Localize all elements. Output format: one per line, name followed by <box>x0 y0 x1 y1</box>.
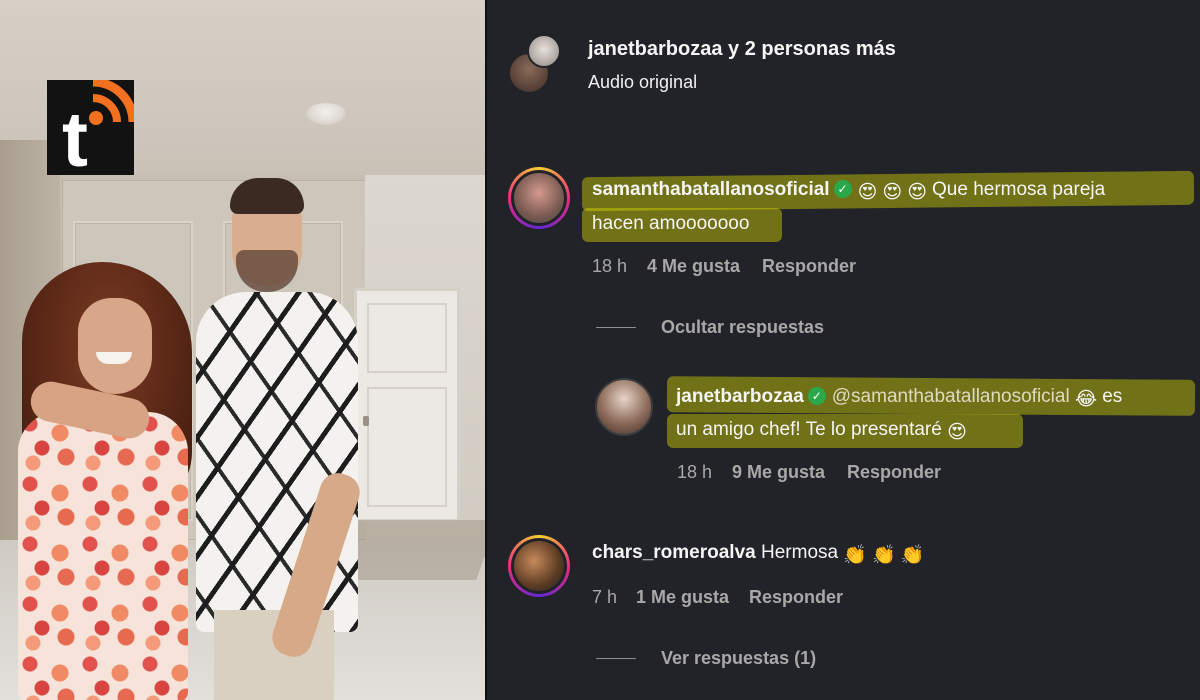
man-hair <box>230 178 304 214</box>
brand-logo-letter: t <box>62 95 88 175</box>
door-panel <box>367 387 447 507</box>
tears-of-joy-emoji: 😂 <box>1074 389 1098 410</box>
reply-avatar[interactable] <box>595 378 653 436</box>
heart-eyes-emoji: 😍 <box>947 422 967 443</box>
comment-text: hacen amooooooo <box>592 213 750 234</box>
reply-timestamp[interactable]: 18 h <box>677 460 712 484</box>
avatar <box>514 173 564 223</box>
avatar <box>514 541 564 591</box>
verified-badge-icon: ✓ <box>807 387 826 405</box>
replies-divider <box>596 327 636 328</box>
heart-eyes-emoji: 😍 <box>907 182 928 203</box>
ceiling-light <box>306 103 346 125</box>
door-knob <box>363 416 369 426</box>
post-author-line[interactable]: janetbarbozaa y 2 personas más <box>588 37 896 61</box>
door <box>354 288 460 522</box>
reply-button[interactable]: Responder <box>847 460 941 484</box>
comment-username[interactable]: samanthabatallanosoficial <box>592 179 830 200</box>
coauthor-avatar[interactable] <box>527 34 561 68</box>
reply-text: es <box>1102 386 1123 407</box>
reply-username[interactable]: janetbarbozaa <box>676 386 804 407</box>
audio-label[interactable]: Audio original <box>588 70 697 94</box>
comment-likes[interactable]: 4 Me gusta <box>647 254 740 278</box>
comment-text: Que hermosa pareja <box>932 179 1106 200</box>
comment-likes[interactable]: 1 Me gusta <box>636 585 729 609</box>
hide-replies-button[interactable]: Ocultar respuestas <box>661 315 824 339</box>
view-replies-button[interactable]: Ver respuestas (1) <box>661 646 816 670</box>
comment-timestamp[interactable]: 18 h <box>592 254 627 278</box>
man-shirt <box>196 292 358 632</box>
reply-text: un amigo chef! Te lo presentaré <box>676 419 942 440</box>
clapping-hands-emoji: 👏 <box>843 545 868 566</box>
comment-username[interactable]: chars_romeroalva <box>592 542 756 563</box>
avatar-story-ring[interactable] <box>508 167 570 229</box>
reply-button[interactable]: Responder <box>749 585 843 609</box>
brand-logo: t <box>47 80 134 175</box>
reply-likes[interactable]: 9 Me gusta <box>732 460 825 484</box>
heart-eyes-emoji: 😍 <box>857 182 878 203</box>
comment-text: Hermosa <box>761 542 839 563</box>
door-panel <box>367 303 447 373</box>
avatar-story-ring[interactable] <box>508 535 570 597</box>
comments-panel: janetbarbozaa y 2 personas más Audio ori… <box>487 0 1200 700</box>
clapping-hands-emoji: 👏 <box>900 545 925 566</box>
woman-face <box>78 298 152 394</box>
comment-timestamp[interactable]: 7 h <box>592 585 617 609</box>
verified-badge-icon: ✓ <box>833 180 852 198</box>
video-frame[interactable]: t <box>0 0 487 700</box>
replies-divider <box>596 658 636 659</box>
reply-button[interactable]: Responder <box>762 254 856 278</box>
heart-eyes-emoji: 😍 <box>882 182 903 203</box>
clapping-hands-emoji: 👏 <box>872 545 896 566</box>
mention-link[interactable]: @samanthabatallanosoficial <box>832 386 1070 407</box>
woman-floral-outfit <box>18 412 188 700</box>
